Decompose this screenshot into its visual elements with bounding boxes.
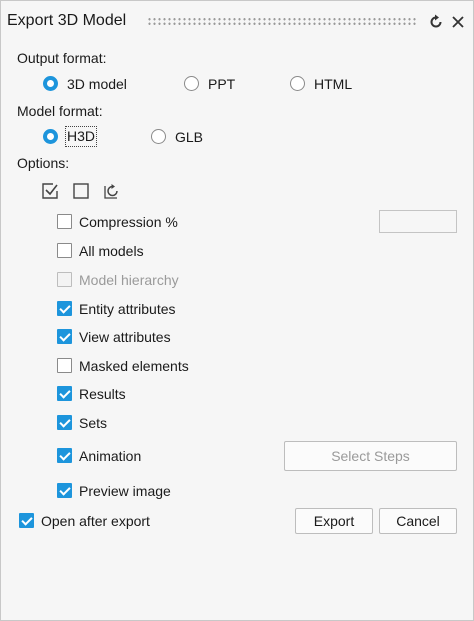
model-format-label: Model format: — [17, 103, 103, 119]
entity-attributes-label: Entity attributes — [79, 301, 176, 317]
radio-html-label[interactable]: HTML — [314, 76, 352, 92]
radio-3d-model[interactable] — [43, 76, 58, 91]
model-hierarchy-label: Model hierarchy — [79, 272, 179, 288]
radio-h3d[interactable] — [43, 129, 58, 144]
reset-icon[interactable] — [102, 181, 122, 201]
drag-handle[interactable] — [147, 17, 417, 26]
radio-3d-model-label[interactable]: 3D model — [67, 76, 127, 92]
uncheck-all-icon[interactable] — [72, 182, 90, 200]
compression-checkbox[interactable] — [57, 214, 72, 229]
title-bar[interactable]: Export 3D Model — [1, 1, 473, 45]
radio-glb-label[interactable]: GLB — [175, 129, 203, 145]
cancel-button[interactable]: Cancel — [379, 508, 457, 534]
export-button[interactable]: Export — [295, 508, 373, 534]
radio-html[interactable] — [290, 76, 305, 91]
radio-ppt[interactable] — [184, 76, 199, 91]
refresh-icon[interactable] — [427, 13, 445, 31]
animation-checkbox[interactable] — [57, 448, 72, 463]
radio-glb[interactable] — [151, 129, 166, 144]
open-after-export-label: Open after export — [41, 513, 150, 529]
all-models-label: All models — [79, 243, 144, 259]
masked-elements-checkbox[interactable] — [57, 358, 72, 373]
entity-attributes-checkbox[interactable] — [57, 301, 72, 316]
results-label: Results — [79, 386, 126, 402]
radio-h3d-label[interactable]: H3D — [65, 126, 98, 147]
compression-input[interactable] — [379, 210, 457, 233]
results-checkbox[interactable] — [57, 386, 72, 401]
export-3d-model-dialog: Export 3D Model Output format: 3D model … — [0, 0, 474, 621]
open-after-export-checkbox[interactable] — [19, 513, 34, 528]
output-format-label: Output format: — [17, 50, 107, 66]
masked-elements-label: Masked elements — [79, 358, 189, 374]
compression-label: Compression % — [79, 214, 178, 230]
radio-ppt-label[interactable]: PPT — [208, 76, 235, 92]
check-all-icon[interactable] — [41, 182, 59, 200]
animation-label: Animation — [79, 448, 142, 464]
sets-checkbox[interactable] — [57, 415, 72, 430]
dialog-title: Export 3D Model — [7, 12, 127, 29]
preview-image-checkbox[interactable] — [57, 483, 72, 498]
close-icon[interactable] — [449, 13, 467, 31]
view-attributes-label: View attributes — [79, 329, 171, 345]
options-label: Options: — [17, 155, 70, 171]
select-steps-button[interactable]: Select Steps — [284, 441, 457, 471]
preview-image-label: Preview image — [79, 483, 171, 499]
view-attributes-checkbox[interactable] — [57, 329, 72, 344]
all-models-checkbox[interactable] — [57, 243, 72, 258]
sets-label: Sets — [79, 415, 108, 431]
model-hierarchy-checkbox — [57, 272, 72, 287]
